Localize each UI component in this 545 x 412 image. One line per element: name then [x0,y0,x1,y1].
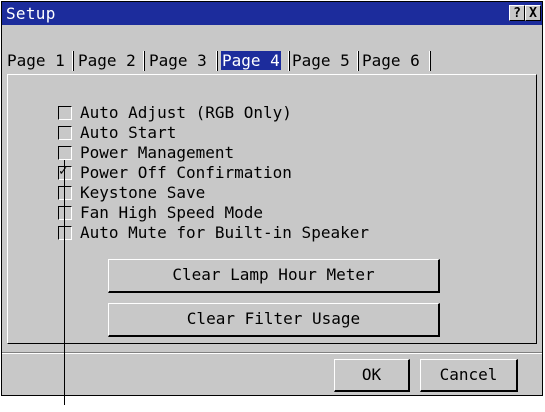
tab-page-5[interactable]: Page 5 [289,49,359,72]
footer-divider [2,352,542,354]
tab-page-2[interactable]: Page 2 [75,49,145,72]
tab-label: Page 2 [78,51,136,70]
checkbox[interactable]: ✓ [58,163,72,180]
checkbox[interactable] [58,146,72,160]
tab-separator [143,51,145,71]
tab-label: Page 6 [362,51,420,70]
tab-separator [429,51,431,71]
tab-label: Page 1 [7,51,65,70]
cancel-button[interactable]: Cancel [420,359,518,392]
option-label: Fan High Speed Mode [80,203,264,222]
checkbox[interactable] [58,106,72,120]
tab-panel: Auto Adjust (RGB Only) Auto Start Power … [7,74,537,344]
setup-dialog: Setup ? X Page 1 Page 2 Page 3 Page 4 Pa… [1,1,543,396]
tab-page-6[interactable]: Page 6 [359,49,431,72]
checkbox[interactable] [58,126,72,140]
button-label: Clear Lamp Hour Meter [172,265,375,284]
ok-button[interactable]: OK [334,359,410,392]
help-button[interactable]: ? [509,5,525,21]
tab-page-3[interactable]: Page 3 [146,49,218,72]
option-label: Power Management [80,143,235,162]
option-label: Keystone Save [80,183,206,202]
tab-page-1[interactable]: Page 1 [4,49,74,72]
option-label: Auto Mute for Built-in Speaker [80,223,369,242]
tab-label: Page 3 [149,51,207,70]
tab-label: Page 5 [292,51,350,70]
title-bar[interactable]: Setup ? X [2,2,542,25]
clear-lamp-hour-meter-button[interactable]: Clear Lamp Hour Meter [108,259,440,293]
checkbox[interactable] [58,206,72,220]
close-button[interactable]: X [525,5,541,21]
tab-page-4[interactable]: Page 4 [218,49,290,72]
option-label: Auto Adjust (RGB Only) [80,103,292,122]
tab-separator [72,51,74,71]
button-label: Cancel [439,365,498,384]
tab-label: Page 4 [221,51,281,70]
checkbox[interactable] [58,186,72,200]
callout-pointer-line [64,160,65,405]
window-title: Setup [6,4,56,23]
clear-filter-usage-button[interactable]: Clear Filter Usage [108,303,440,337]
option-label: Auto Start [80,123,177,142]
button-label: Clear Filter Usage [186,309,361,328]
button-label: OK [361,365,382,384]
checkbox[interactable] [58,226,72,240]
option-label: Power Off Confirmation [80,163,292,182]
